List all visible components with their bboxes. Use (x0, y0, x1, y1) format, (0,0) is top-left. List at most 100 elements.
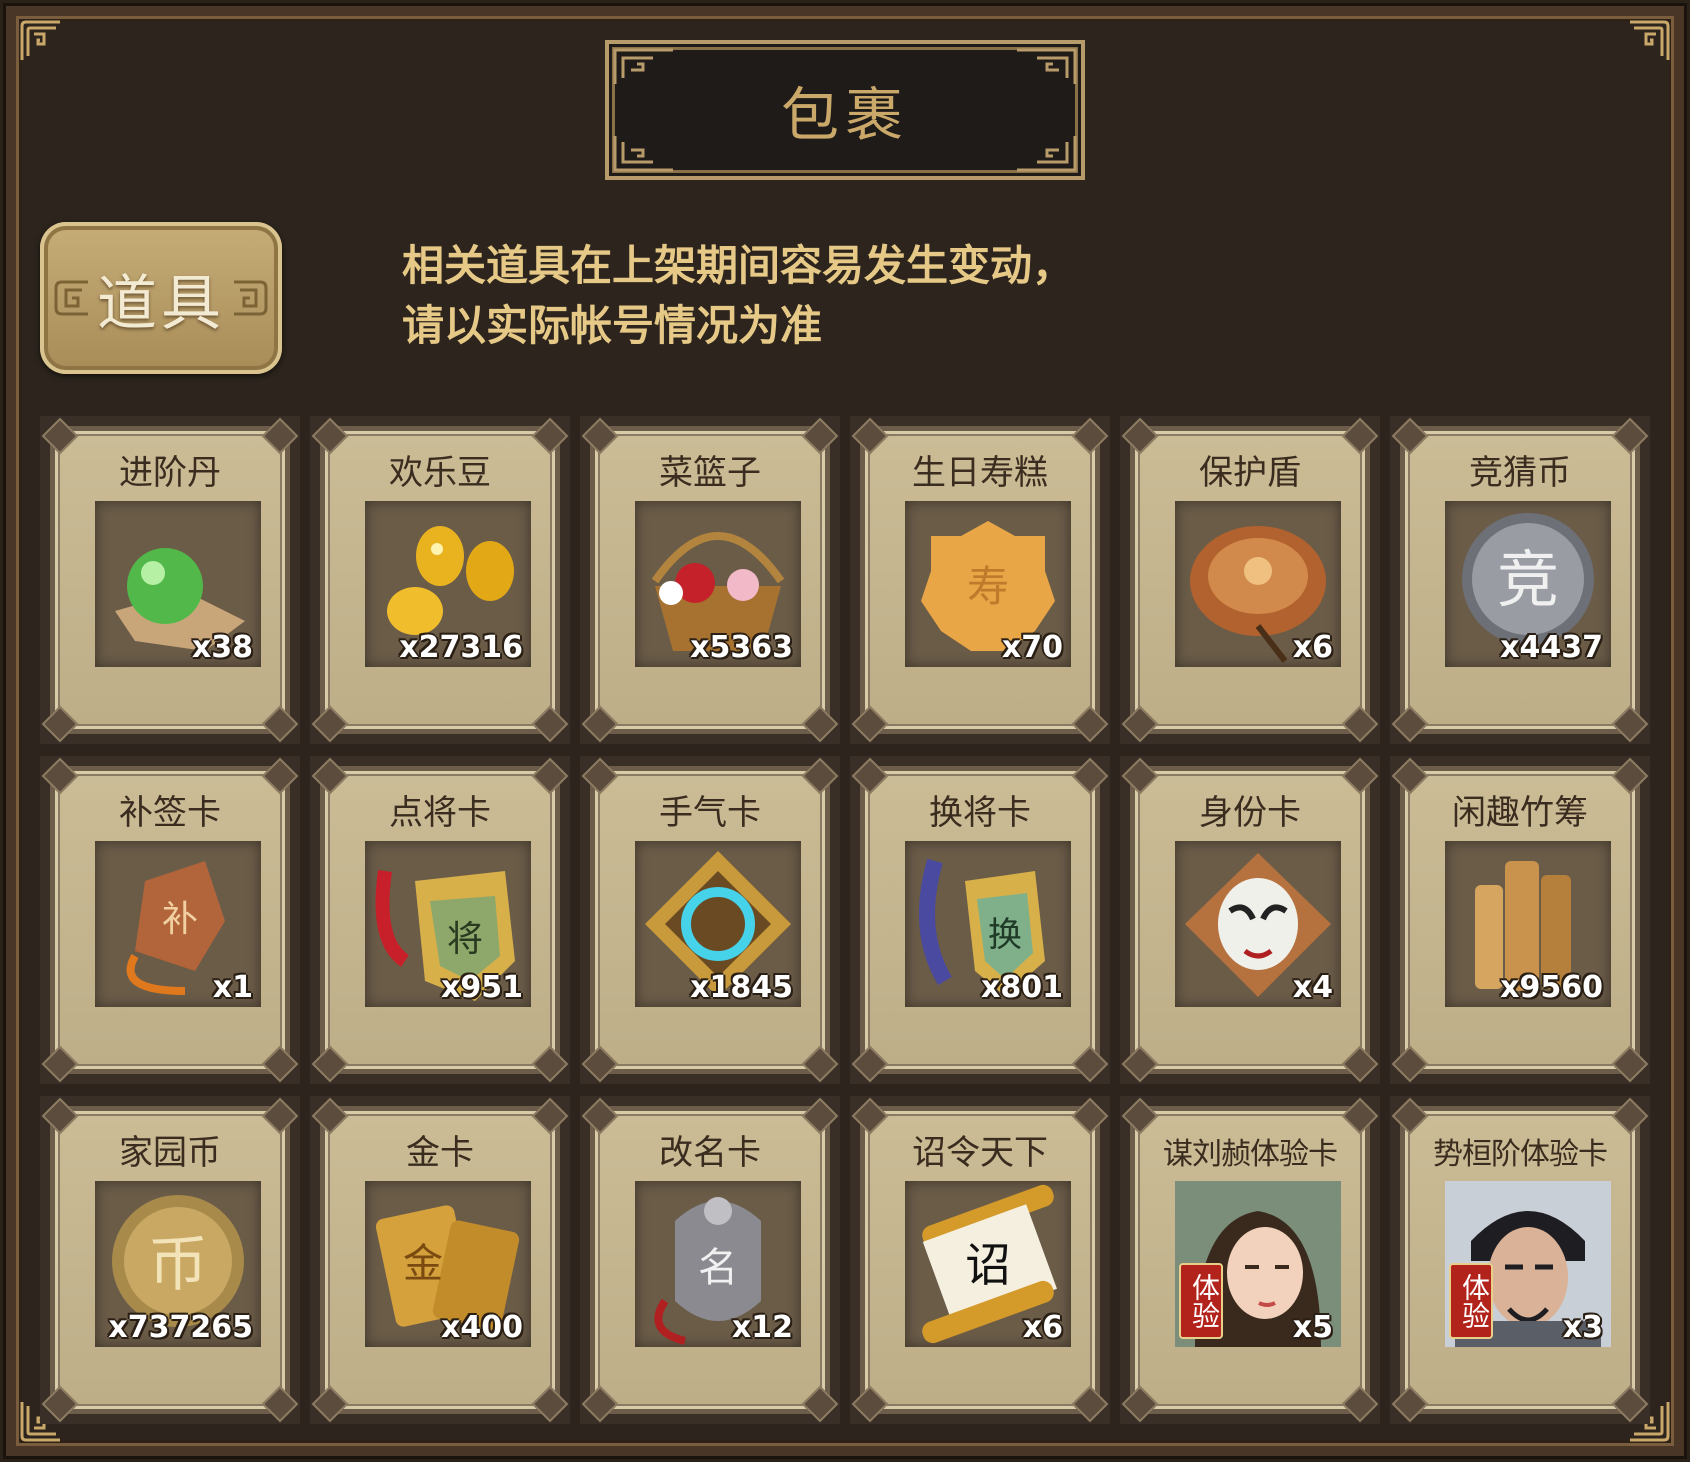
item-card-face: 欢乐豆 x27316 (311, 417, 569, 743)
item-quantity: x4437 (1500, 630, 1603, 665)
title-plate: 包裹 (605, 40, 1085, 180)
item-card-face: 换将卡换 x801 (851, 757, 1109, 1083)
card-corner-stud (1391, 1045, 1429, 1083)
item-quantity: x737265 (108, 1310, 253, 1345)
item-card[interactable]: 闲趣竹筹 x9560 (1390, 756, 1650, 1084)
item-quantity: x70 (1001, 630, 1063, 665)
item-name: 谋刘赪体验卡 (1163, 1137, 1338, 1172)
card-corner-stud (261, 1045, 299, 1083)
item-quantity: x5363 (690, 630, 793, 665)
item-name: 补签卡 (119, 793, 221, 833)
card-corner-stud (261, 705, 299, 743)
card-corner-stud (41, 705, 79, 743)
card-corner-stud (1611, 705, 1649, 743)
card-corner-stud (851, 1045, 889, 1083)
item-quantity: x400 (441, 1310, 523, 1345)
item-card[interactable]: 换将卡换 x801 (850, 756, 1110, 1084)
item-quantity: x38 (191, 630, 253, 665)
item-card[interactable]: 菜篮子 x5363 (580, 416, 840, 744)
title-ornament (1015, 134, 1077, 172)
item-card[interactable]: 手气卡 x1845 (580, 756, 840, 1084)
item-card[interactable]: 诏令天下诏 x6 (850, 1096, 1110, 1424)
card-corner-stud (801, 1045, 839, 1083)
item-card-face: 手气卡 x1845 (581, 757, 839, 1083)
card-corner-stud (1341, 1045, 1379, 1083)
svg-text:名: 名 (698, 1245, 738, 1291)
item-name: 诏令天下 (912, 1133, 1048, 1173)
item-card[interactable]: 改名卡名 x12 (580, 1096, 840, 1424)
svg-text:竞: 竞 (1497, 543, 1559, 616)
svg-text:诏: 诏 (965, 1238, 1011, 1292)
svg-text:寿: 寿 (967, 562, 1009, 611)
item-card[interactable]: 补签卡补 x1 (40, 756, 300, 1084)
item-quantity: x951 (441, 970, 523, 1005)
tab-items[interactable]: 道具 (40, 222, 282, 374)
card-corner-stud (41, 1045, 79, 1083)
item-card[interactable]: 金卡金 x400 (310, 1096, 570, 1424)
item-quantity: x4 (1292, 970, 1333, 1005)
item-card[interactable]: 进阶丹 x38 (40, 416, 300, 744)
item-quantity: x9560 (1500, 970, 1603, 1005)
edict-scroll-icon: 诏 x6 (905, 1181, 1071, 1347)
item-card[interactable]: 谋刘赪体验卡体验 x5 (1120, 1096, 1380, 1424)
item-card-face: 竞猜币竞 x4437 (1391, 417, 1649, 743)
card-corner-stud (1071, 1385, 1109, 1423)
card-corner-stud (1611, 1385, 1649, 1423)
bamboo-tally-icon: x9560 (1445, 841, 1611, 1007)
card-corner-stud (1071, 1045, 1109, 1083)
item-quantity: x3 (1562, 1310, 1603, 1345)
trial-badge: 体验 (1179, 1263, 1223, 1339)
item-card-face: 闲趣竹筹 x9560 (1391, 757, 1649, 1083)
tab-items-label: 道具 (97, 268, 225, 339)
card-corner-stud (1341, 1385, 1379, 1423)
card-corner-stud (1121, 1045, 1159, 1083)
card-corner-stud (261, 1385, 299, 1423)
notice-text: 相关道具在上架期间容易发生变动， 请以实际帐号情况为准 (402, 236, 1302, 356)
card-corner-stud (801, 705, 839, 743)
birthday-cake-icon: 寿 x70 (905, 501, 1071, 667)
item-card-face: 诏令天下诏 x6 (851, 1097, 1109, 1423)
frame-corner-ornament (18, 18, 64, 64)
trial-badge: 体验 (1449, 1263, 1493, 1339)
item-card[interactable]: 势桓阶体验卡 体验 x3 (1390, 1096, 1650, 1424)
tab-ornament (230, 278, 270, 318)
item-card-face: 补签卡补 x1 (41, 757, 299, 1083)
notice-line-2: 请以实际帐号情况为准 (402, 301, 823, 350)
item-card[interactable]: 欢乐豆 x27316 (310, 416, 570, 744)
item-card[interactable]: 家园币币 x737265 (40, 1096, 300, 1424)
item-card[interactable]: 生日寿糕寿 x70 (850, 416, 1110, 744)
flower-basket-icon: x5363 (635, 501, 801, 667)
item-card-face: 金卡金 x400 (311, 1097, 569, 1423)
card-corner-stud (41, 1385, 79, 1423)
item-quantity: x1845 (690, 970, 793, 1005)
svg-text:补: 补 (162, 899, 198, 940)
item-name: 身份卡 (1199, 793, 1301, 833)
item-card-face: 身份卡 x4 (1121, 757, 1379, 1083)
item-card[interactable]: 竞猜币竞 x4437 (1390, 416, 1650, 744)
card-corner-stud (531, 705, 569, 743)
item-card[interactable]: 点将卡将 x951 (310, 756, 570, 1084)
item-card[interactable]: 身份卡 x4 (1120, 756, 1380, 1084)
title-ornament (613, 134, 675, 172)
card-corner-stud (1071, 705, 1109, 743)
swap-token-icon: 换 x801 (905, 841, 1071, 1007)
item-card-face: 家园币币 x737265 (41, 1097, 299, 1423)
card-corner-stud (1121, 705, 1159, 743)
card-corner-stud (851, 1385, 889, 1423)
item-name: 闲趣竹筹 (1452, 793, 1588, 833)
item-card-face: 生日寿糕寿 x70 (851, 417, 1109, 743)
item-name: 家园币 (119, 1133, 221, 1173)
item-card-face: 菜篮子 x5363 (581, 417, 839, 743)
item-grid: 进阶丹 x38 欢乐豆 x27316 菜篮子 x5363 生日寿糕寿 x70 保护盾 x6 竞猜币竞… (40, 416, 1652, 1424)
item-card-face: 谋刘赪体验卡体验 x5 (1121, 1097, 1379, 1423)
tab-ornament (52, 278, 92, 318)
card-corner-stud (1391, 705, 1429, 743)
gold-card-icon: 金 x400 (365, 1181, 531, 1347)
card-corner-stud (1121, 1385, 1159, 1423)
card-corner-stud (311, 1385, 349, 1423)
card-corner-stud (1341, 705, 1379, 743)
sign-card-icon: 补 x1 (95, 841, 261, 1007)
item-name: 换将卡 (929, 793, 1031, 833)
item-card[interactable]: 保护盾 x6 (1120, 416, 1380, 744)
item-quantity: x5 (1292, 1310, 1333, 1345)
